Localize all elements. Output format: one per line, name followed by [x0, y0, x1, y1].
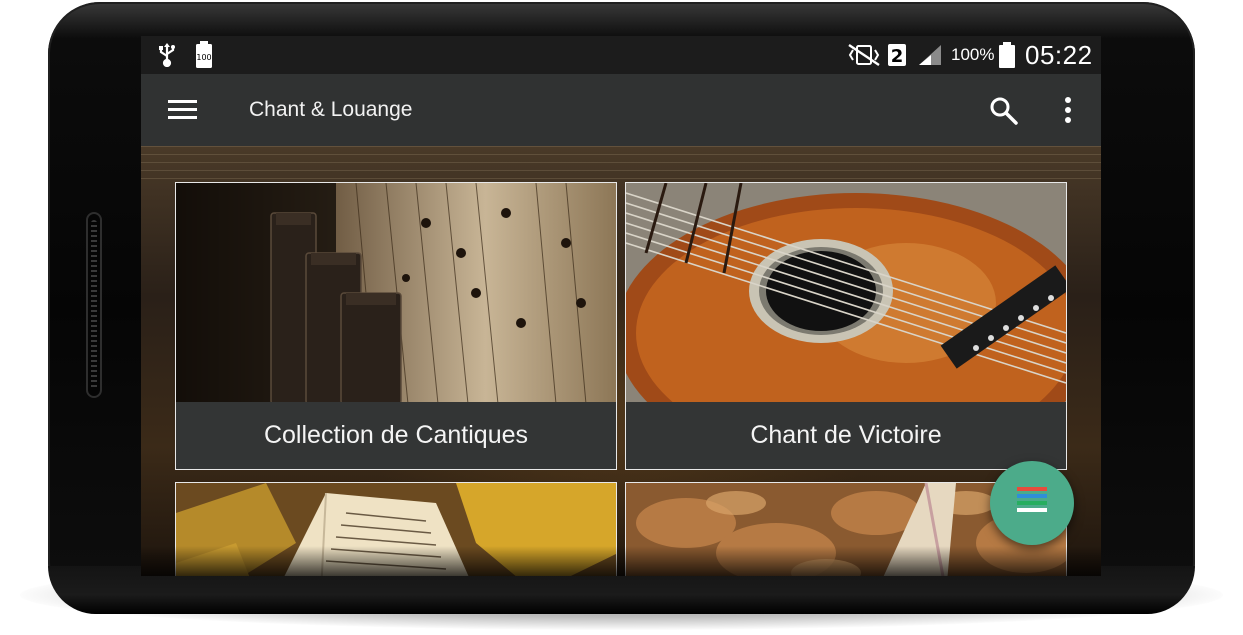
more-vert-icon[interactable]	[1061, 96, 1075, 126]
device-screen: 100 2 100% 05:22 Chant & Louange Collect…	[141, 36, 1101, 576]
signal-icon	[917, 36, 943, 74]
page-title: Chant & Louange	[249, 98, 413, 121]
usb-icon	[157, 36, 177, 74]
status-bar: 100 2 100% 05:22	[141, 36, 1101, 74]
battery-saver-label: 100	[196, 53, 211, 62]
battery-saver-icon: 100	[195, 36, 213, 74]
vibrate-off-icon	[847, 36, 881, 74]
speaker-grille	[86, 212, 102, 398]
colored-list-icon	[1017, 487, 1047, 515]
acoustic-guitar-image	[626, 183, 1066, 469]
search-icon[interactable]	[989, 96, 1019, 126]
battery-percent: 100%	[951, 45, 995, 64]
card-collection-de-cantiques[interactable]: Collection de Cantiques	[175, 182, 617, 470]
hamburger-menu-icon[interactable]	[168, 97, 198, 123]
app-bar: Chant & Louange	[141, 74, 1101, 146]
card-label: Collection de Cantiques	[176, 402, 616, 469]
speaker-holes	[91, 220, 97, 390]
bottom-fade	[141, 546, 1101, 576]
sim-2-icon: 2	[887, 36, 907, 74]
battery-icon	[999, 36, 1015, 74]
background-sheet-music	[141, 146, 1101, 186]
fab-list-button[interactable]	[990, 461, 1074, 545]
clock: 05:22	[1025, 39, 1093, 70]
piano-sheet-music-image	[176, 183, 616, 405]
card-label: Chant de Victoire	[626, 402, 1066, 469]
device-mockup: 100 2 100% 05:22 Chant & Louange Collect…	[0, 0, 1243, 635]
sim-label: 2	[891, 46, 904, 67]
card-chant-de-victoire[interactable]: Chant de Victoire	[625, 182, 1067, 470]
